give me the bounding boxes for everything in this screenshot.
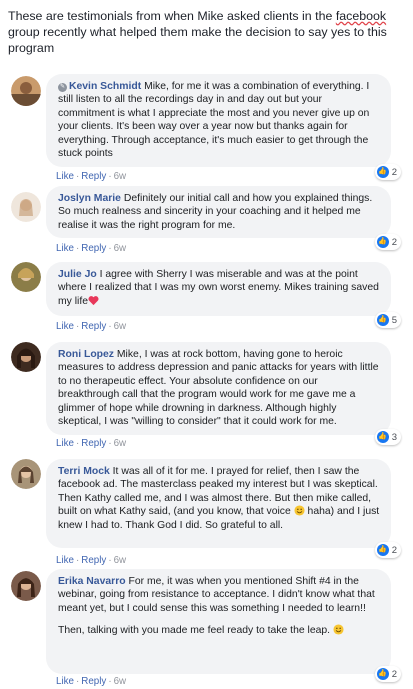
comment-time[interactable]: 6w bbox=[114, 171, 127, 182]
comment-author[interactable]: Roni Lopez bbox=[58, 349, 114, 360]
intro-text-start: These are testimonials from when Mike as… bbox=[8, 9, 336, 23]
separator: · bbox=[75, 171, 80, 182]
separator: · bbox=[75, 555, 80, 566]
comment-author[interactable]: Erika Navarro bbox=[58, 576, 126, 587]
separator: · bbox=[108, 438, 112, 449]
reaction-count[interactable]: 👍 2 bbox=[374, 164, 401, 180]
reply-link[interactable]: Reply bbox=[81, 321, 106, 332]
intro-text: These are testimonials from when Mike as… bbox=[8, 8, 406, 56]
reaction-count[interactable]: 👍 2 bbox=[374, 666, 401, 682]
thumbs-up-icon: 👍 bbox=[376, 668, 389, 680]
like-link[interactable]: Like bbox=[56, 676, 74, 687]
reaction-number: 2 bbox=[391, 544, 397, 556]
comment-actions: Like · Reply · 6w bbox=[56, 438, 126, 449]
comment-author[interactable]: Kevin Schmidt bbox=[69, 81, 141, 92]
thumbs-up-icon: 👍 bbox=[376, 236, 389, 248]
reaction-number: 2 bbox=[391, 236, 397, 248]
reaction-count[interactable]: 👍 2 bbox=[374, 234, 401, 250]
reaction-count[interactable]: 👍 3 bbox=[374, 429, 401, 445]
smile-emoji-icon bbox=[333, 624, 344, 635]
comment-author[interactable]: Julie Jo bbox=[58, 269, 97, 280]
comment-bubble: ✎ Kevin Schmidt Mike, for me it was a com… bbox=[46, 74, 391, 167]
comment-actions: Like · Reply · 6w bbox=[56, 676, 126, 687]
thumbs-up-icon: 👍 bbox=[376, 544, 389, 556]
like-link[interactable]: Like bbox=[56, 243, 74, 254]
comment-bubble: Joslyn Marie Definitely our initial call… bbox=[46, 186, 391, 238]
reaction-number: 2 bbox=[391, 668, 397, 680]
separator: · bbox=[108, 243, 112, 254]
intro-facebook-word: facebook bbox=[335, 9, 387, 23]
comment-text: Mike, I was at rock bottom, having gone … bbox=[58, 349, 379, 428]
comment-bubble: Erika Navarro For me, it was when you me… bbox=[46, 569, 391, 674]
avatar-julie-jo[interactable] bbox=[11, 262, 41, 292]
reply-link[interactable]: Reply bbox=[81, 676, 106, 687]
avatar-erika-navarro[interactable] bbox=[11, 571, 41, 601]
comment-time[interactable]: 6w bbox=[114, 243, 127, 254]
avatar-roni-lopez[interactable] bbox=[11, 342, 41, 372]
comment-actions: Like · Reply · 6w bbox=[56, 321, 126, 332]
comment-author[interactable]: Terri Mock bbox=[58, 466, 110, 477]
avatar-terri-mock[interactable] bbox=[11, 459, 41, 489]
comment-bubble: Roni Lopez Mike, I was at rock bottom, h… bbox=[46, 342, 391, 435]
separator: · bbox=[75, 321, 80, 332]
comment-actions: Like · Reply · 6w bbox=[56, 171, 126, 182]
thumbs-up-icon: 👍 bbox=[376, 166, 389, 178]
smile-emoji-icon bbox=[294, 505, 305, 516]
intro-text-end: group recently what helped them make the… bbox=[8, 25, 387, 55]
thumbs-up-icon: 👍 bbox=[376, 431, 389, 443]
comment-time[interactable]: 6w bbox=[114, 676, 127, 687]
separator: · bbox=[75, 438, 80, 449]
reaction-count[interactable]: 👍 5 bbox=[374, 312, 401, 328]
separator: · bbox=[108, 171, 112, 182]
comment-author[interactable]: Joslyn Marie bbox=[58, 193, 121, 204]
comment-actions: Like · Reply · 6w bbox=[56, 243, 126, 254]
separator: · bbox=[75, 243, 80, 254]
reply-link[interactable]: Reply bbox=[81, 243, 106, 254]
avatar-kevin-schmidt[interactable] bbox=[11, 76, 41, 106]
like-link[interactable]: Like bbox=[56, 438, 74, 449]
reaction-number: 2 bbox=[391, 166, 397, 178]
separator: · bbox=[108, 676, 112, 687]
comment-bubble: Terri Mock It was all of it for me. I pr… bbox=[46, 459, 391, 548]
comment-text-paragraph-2: Then, talking with you made me feel read… bbox=[58, 625, 331, 637]
thumbs-up-icon: 👍 bbox=[376, 314, 389, 326]
reply-link[interactable]: Reply bbox=[81, 171, 106, 182]
comment-text: Mike, for me it was a combination of eve… bbox=[58, 81, 370, 160]
comment-time[interactable]: 6w bbox=[114, 438, 127, 449]
heart-emoji-icon bbox=[88, 295, 99, 305]
separator: · bbox=[108, 555, 112, 566]
reply-link[interactable]: Reply bbox=[81, 438, 106, 449]
comment-bubble: Julie Jo I agree with Sherry I was miser… bbox=[46, 262, 391, 316]
comment-time[interactable]: 6w bbox=[114, 555, 127, 566]
comment-text: I agree with Sherry I was miserable and … bbox=[58, 269, 379, 307]
separator: · bbox=[108, 321, 112, 332]
reaction-number: 3 bbox=[391, 431, 397, 443]
like-link[interactable]: Like bbox=[56, 555, 74, 566]
reaction-count[interactable]: 👍 2 bbox=[374, 542, 401, 558]
author-badge-icon: ✎ bbox=[58, 83, 67, 92]
like-link[interactable]: Like bbox=[56, 321, 74, 332]
comment-actions: Like · Reply · 6w bbox=[56, 555, 126, 566]
reaction-number: 5 bbox=[391, 314, 397, 326]
separator: · bbox=[75, 676, 80, 687]
reply-link[interactable]: Reply bbox=[81, 555, 106, 566]
avatar-joslyn-marie[interactable] bbox=[11, 192, 41, 222]
like-link[interactable]: Like bbox=[56, 171, 74, 182]
comment-time[interactable]: 6w bbox=[114, 321, 127, 332]
